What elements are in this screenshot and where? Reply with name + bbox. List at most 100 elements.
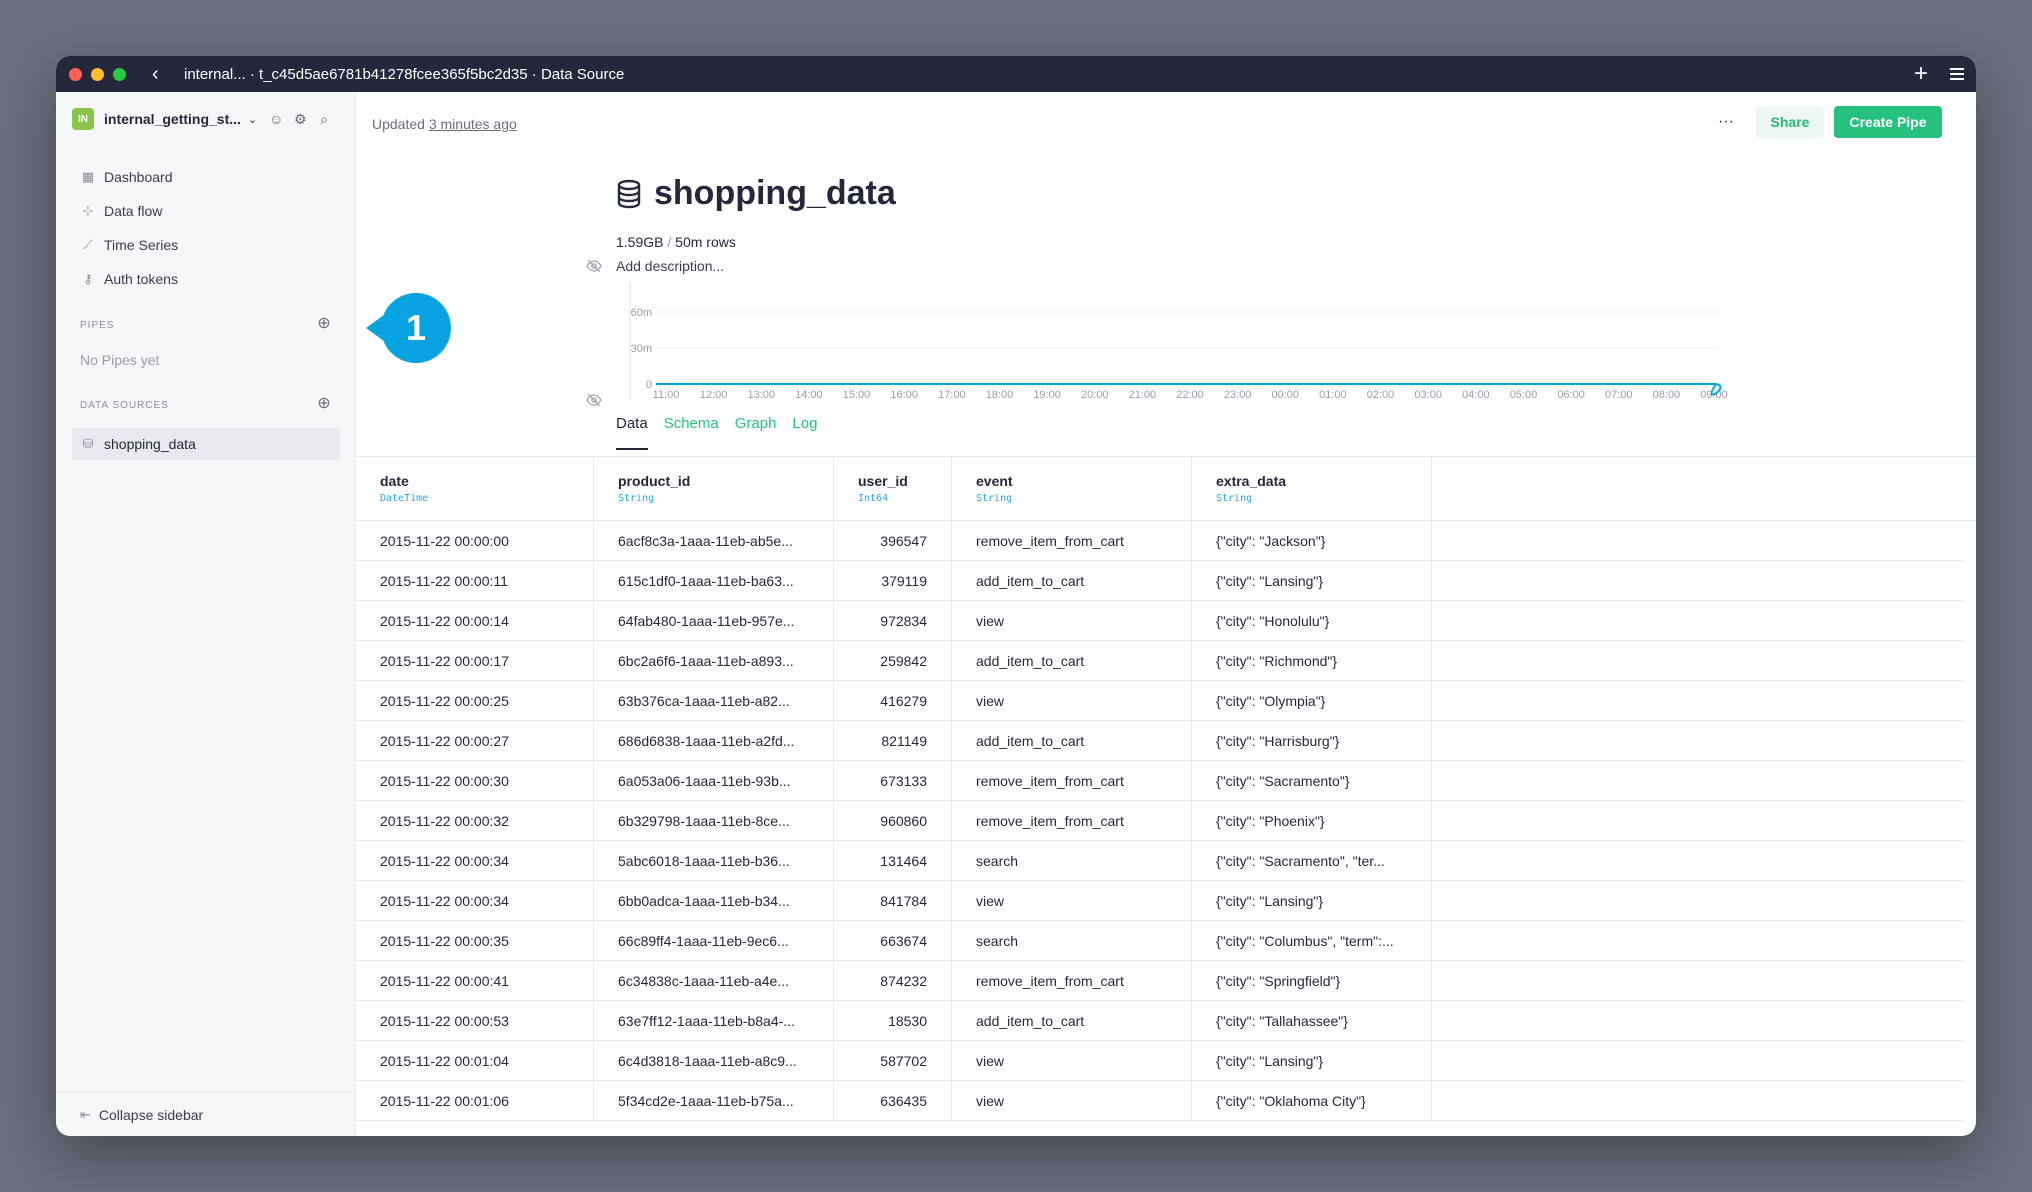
tab-log[interactable]: Log bbox=[792, 410, 817, 450]
table-cell-product-id: 6a053a06-1aaa-11eb-93b... bbox=[594, 761, 834, 800]
table-row[interactable]: 2015-11-22 00:00:25 63b376ca-1aaa-11eb-a8… bbox=[356, 681, 1964, 721]
table-row[interactable]: 2015-11-22 00:00:27 686d6838-1aaa-11eb-a2… bbox=[356, 721, 1964, 761]
new-tab-plus-icon[interactable]: + bbox=[1914, 62, 1928, 86]
sidebar-item-time-series[interactable]: ⟋ Time Series bbox=[72, 228, 340, 262]
avatar-icon[interactable]: ☺ bbox=[267, 111, 285, 127]
table-cell-user-id: 972834 bbox=[834, 601, 952, 640]
gear-icon[interactable]: ⚙ bbox=[291, 111, 309, 128]
table-row[interactable]: 2015-11-22 00:00:14 64fab480-1aaa-11eb-95… bbox=[356, 601, 1964, 641]
table-row[interactable]: 2015-11-22 00:00:35 66c89ff4-1aaa-11eb-9e… bbox=[356, 921, 1964, 961]
chart-x-tick-label: 18:00 bbox=[986, 389, 1014, 401]
chart-eye-off-icon[interactable] bbox=[586, 392, 602, 408]
tab-schema[interactable]: Schema bbox=[664, 410, 719, 450]
column-header-extra-data[interactable]: extra_data String bbox=[1192, 457, 1432, 520]
table-row[interactable]: 2015-11-22 00:00:32 6b329798-1aaa-11eb-8c… bbox=[356, 801, 1964, 841]
table-cell-date: 2015-11-22 00:00:25 bbox=[356, 681, 594, 720]
sidebar-item-dashboard[interactable]: ▦ Dashboard bbox=[72, 160, 340, 194]
back-arrow-icon[interactable]: ‹ bbox=[152, 64, 170, 84]
table-row[interactable]: 2015-11-22 00:00:30 6a053a06-1aaa-11eb-93… bbox=[356, 761, 1964, 801]
time-series-icon: ⟋ bbox=[83, 237, 93, 252]
table-cell-product-id: 64fab480-1aaa-11eb-957e... bbox=[594, 601, 834, 640]
table-row[interactable]: 2015-11-22 00:00:11 615c1df0-1aaa-11eb-ba… bbox=[356, 561, 1964, 601]
table-row[interactable]: 2015-11-22 00:01:06 5f34cd2e-1aaa-11eb-b7… bbox=[356, 1081, 1964, 1121]
description-row: Add description... bbox=[586, 258, 724, 274]
column-header-product-id[interactable]: product_id String bbox=[594, 457, 834, 520]
column-type: String bbox=[1216, 493, 1253, 504]
table-cell-date: 2015-11-22 00:00:34 bbox=[356, 881, 594, 920]
table-row[interactable]: 2015-11-22 00:01:04 6c4d3818-1aaa-11eb-a8… bbox=[356, 1041, 1964, 1081]
table-cell-filler bbox=[1432, 601, 1964, 640]
chart-y-tick-label: 30m bbox=[631, 343, 652, 355]
table-cell-user-id: 131464 bbox=[834, 841, 952, 880]
workspace-switcher[interactable]: IN internal_getting_st... ⌄ ☺ ⚙ ⌕ bbox=[72, 108, 348, 130]
menu-hamburger-icon[interactable] bbox=[1950, 68, 1964, 80]
close-window-button[interactable] bbox=[69, 67, 82, 81]
maximize-window-button[interactable] bbox=[113, 67, 126, 81]
column-header-date[interactable]: date DateTime bbox=[356, 457, 594, 520]
data-flow-icon: ⊹ bbox=[82, 203, 94, 218]
data-size: 1.59GB bbox=[616, 234, 664, 250]
column-header-event[interactable]: event String bbox=[952, 457, 1192, 520]
rows-chart: 0 30m 60m 11:00 12:00 13:00 14:00 15:00 16:00 17:… bbox=[629, 282, 1728, 401]
table-row[interactable]: 2015-11-22 00:00:34 6bb0adca-1aaa-11eb-b3… bbox=[356, 881, 1964, 921]
add-data-source-icon[interactable]: ⊕ bbox=[316, 396, 332, 412]
table-cell-extra-data: {"city": "Lansing"} bbox=[1192, 1041, 1432, 1080]
table-cell-date: 2015-11-22 00:01:06 bbox=[356, 1081, 594, 1120]
table-cell-event: add_item_to_cart bbox=[952, 1001, 1192, 1040]
table-cell-extra-data: {"city": "Sacramento", "ter... bbox=[1192, 841, 1432, 880]
updated-time-link[interactable]: 3 minutes ago bbox=[429, 116, 517, 132]
table-cell-filler bbox=[1432, 921, 1964, 960]
table-cell-date: 2015-11-22 00:00:00 bbox=[356, 521, 594, 560]
search-icon[interactable]: ⌕ bbox=[315, 111, 333, 128]
chevron-down-icon[interactable]: ⌄ bbox=[248, 113, 257, 126]
chart-x-tick-label: 21:00 bbox=[1129, 389, 1157, 401]
chart-x-tick-label: 19:00 bbox=[1033, 389, 1061, 401]
table-cell-extra-data: {"city": "Richmond"} bbox=[1192, 641, 1432, 680]
table-cell-user-id: 663674 bbox=[834, 921, 952, 960]
sidebar-item-data-flow[interactable]: ⊹ Data flow bbox=[72, 194, 340, 228]
minimize-window-button[interactable] bbox=[91, 67, 104, 81]
table-cell-filler bbox=[1432, 841, 1964, 880]
table-cell-product-id: 5abc6018-1aaa-11eb-b36... bbox=[594, 841, 834, 880]
table-cell-user-id: 636435 bbox=[834, 1081, 952, 1120]
eye-off-icon[interactable] bbox=[586, 258, 602, 274]
table-row[interactable]: 2015-11-22 00:00:41 6c34838c-1aaa-11eb-a4… bbox=[356, 961, 1964, 1001]
chart-x-tick-label: 00:00 bbox=[1272, 389, 1300, 401]
add-pipe-icon[interactable]: ⊕ bbox=[316, 316, 332, 332]
chart-x-tick-label: 12:00 bbox=[700, 389, 728, 401]
column-type: Int64 bbox=[858, 493, 889, 504]
sidebar-item-label: Time Series bbox=[104, 237, 179, 253]
collapse-sidebar-button[interactable]: ⇤ Collapse sidebar bbox=[56, 1092, 356, 1136]
column-name: extra_data bbox=[1216, 473, 1287, 489]
table-cell-filler bbox=[1432, 681, 1964, 720]
sidebar-item-shopping-data[interactable]: ⛁ shopping_data bbox=[72, 428, 340, 460]
tab-data[interactable]: Data bbox=[616, 410, 648, 450]
table-cell-user-id: 18530 bbox=[834, 1001, 952, 1040]
table-row[interactable]: 2015-11-22 00:00:00 6acf8c3a-1aaa-11eb-ab… bbox=[356, 521, 1964, 561]
table-cell-date: 2015-11-22 00:00:30 bbox=[356, 761, 594, 800]
sidebar-item-auth-tokens[interactable]: ⚷ Auth tokens bbox=[72, 262, 340, 296]
table-cell-date: 2015-11-22 00:00:32 bbox=[356, 801, 594, 840]
share-button[interactable]: Share bbox=[1756, 106, 1824, 138]
tab-graph[interactable]: Graph bbox=[735, 410, 777, 450]
chart-x-tick-label: 02:00 bbox=[1367, 389, 1395, 401]
create-pipe-button[interactable]: Create Pipe bbox=[1834, 106, 1942, 138]
table-cell-user-id: 821149 bbox=[834, 721, 952, 760]
column-header-user-id[interactable]: user_id Int64 bbox=[834, 457, 952, 520]
updated-status: Updated 3 minutes ago bbox=[372, 116, 517, 132]
table-row[interactable]: 2015-11-22 00:00:34 5abc6018-1aaa-11eb-b3… bbox=[356, 841, 1964, 881]
chart-x-tick-label: 17:00 bbox=[938, 389, 966, 401]
description-input[interactable]: Add description... bbox=[616, 258, 724, 274]
chart-x-tick-label: 08:00 bbox=[1653, 389, 1681, 401]
table-cell-filler bbox=[1432, 521, 1964, 560]
table-cell-event: view bbox=[952, 881, 1192, 920]
table-row[interactable]: 2015-11-22 00:00:17 6bc2a6f6-1aaa-11eb-a8… bbox=[356, 641, 1964, 681]
data-source-header: shopping_data bbox=[616, 174, 896, 213]
chart-x-tick-label: 15:00 bbox=[843, 389, 871, 401]
main-content: Updated 3 minutes ago ··· Share Create P… bbox=[356, 92, 1976, 1136]
workspace-tools: ☺ ⚙ ⌕ bbox=[267, 111, 333, 128]
more-options-button[interactable]: ··· bbox=[1712, 110, 1740, 142]
table-row[interactable]: 2015-11-22 00:00:53 63e7ff12-1aaa-11eb-b8… bbox=[356, 1001, 1964, 1041]
table-cell-product-id: 686d6838-1aaa-11eb-a2fd... bbox=[594, 721, 834, 760]
chart-x-tick-label: 20:00 bbox=[1081, 389, 1109, 401]
